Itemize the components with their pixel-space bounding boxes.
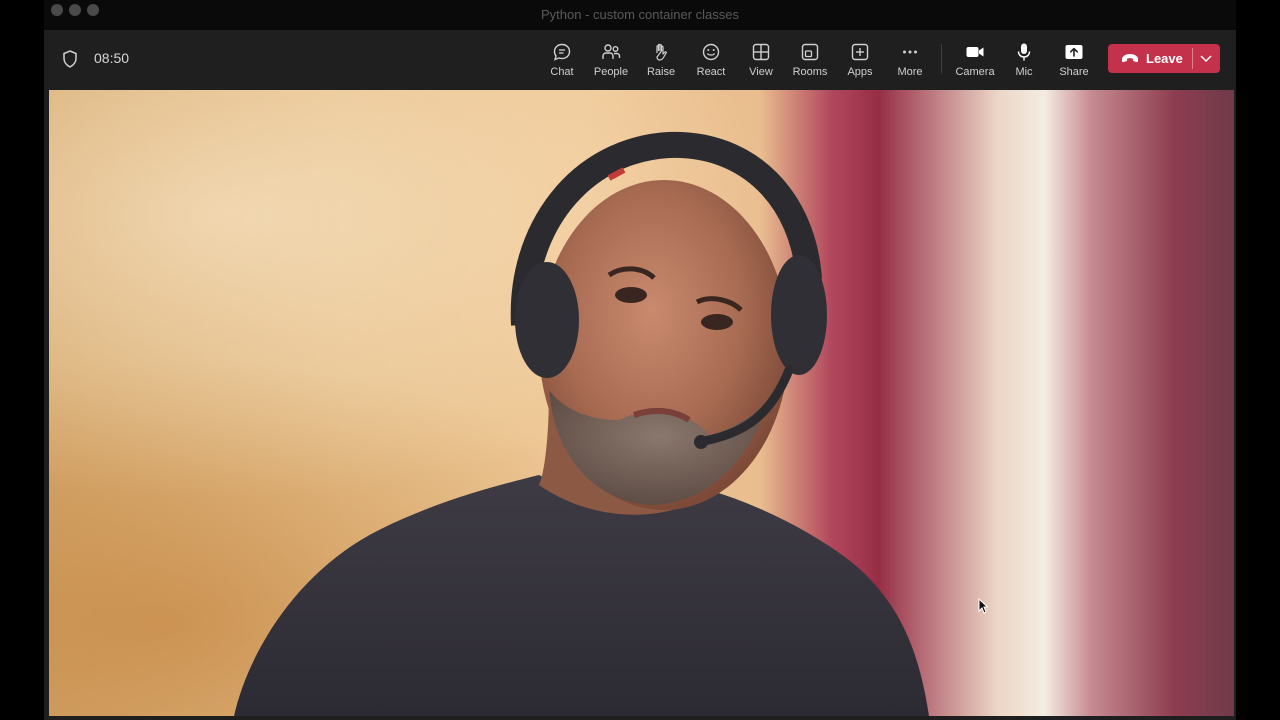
people-icon [602, 44, 621, 59]
mic-button[interactable]: Mic [999, 40, 1049, 84]
chevron-down-icon [1200, 55, 1212, 63]
share-tray-icon [1065, 45, 1083, 59]
more-label: More [897, 66, 923, 78]
people-label: People [593, 66, 629, 78]
people-button[interactable]: People [586, 40, 636, 84]
mic-label: Mic [1015, 66, 1033, 78]
smiley-icon [702, 43, 720, 61]
window-title: Python - custom container classes [541, 7, 739, 22]
participant-video[interactable] [49, 90, 1234, 716]
hang-up-icon [1122, 54, 1138, 63]
leave-button[interactable]: Leave [1108, 44, 1192, 73]
ellipsis-icon [903, 50, 917, 54]
participant-video-image [234, 131, 929, 716]
title-bar: Python - custom container classes [44, 0, 1236, 30]
share-button[interactable]: Share [1049, 40, 1099, 84]
meeting-window: Python - custom container classes 08:50 … [44, 0, 1236, 720]
camera-icon [966, 47, 984, 57]
raise-hand-icon [656, 43, 667, 61]
apps-label: Apps [847, 66, 873, 78]
apps-button[interactable]: Apps [835, 40, 885, 84]
leave-button-group: Leave [1108, 44, 1220, 73]
toolbar-divider [941, 44, 942, 74]
view-label: View [749, 66, 773, 78]
shield-icon[interactable] [62, 50, 78, 68]
raise-hand-button[interactable]: Raise [636, 40, 686, 84]
rooms-button[interactable]: Rooms [785, 40, 835, 84]
rooms-icon [801, 43, 819, 61]
mouse-pointer-icon [978, 598, 988, 614]
chat-icon [553, 43, 571, 61]
camera-button[interactable]: Camera [950, 40, 1000, 84]
more-button[interactable]: More [885, 40, 935, 84]
microphone-icon [1017, 43, 1031, 61]
chat-button[interactable]: Chat [537, 40, 587, 84]
meeting-timer: 08:50 [94, 50, 130, 66]
grid-view-icon [752, 43, 770, 61]
leave-options-dropdown[interactable] [1193, 44, 1220, 73]
meeting-toolbar: 08:50 Chat People Raise React View Rooms… [44, 30, 1236, 88]
plus-square-icon [851, 43, 869, 61]
view-button[interactable]: View [736, 40, 786, 84]
chat-label: Chat [550, 66, 574, 78]
react-button[interactable]: React [686, 40, 736, 84]
rooms-label: Rooms [792, 66, 828, 78]
share-label: Share [1059, 66, 1089, 78]
raise-label: Raise [646, 66, 676, 78]
camera-label: Camera [955, 66, 995, 78]
react-label: React [696, 66, 726, 78]
leave-label: Leave [1146, 51, 1183, 66]
